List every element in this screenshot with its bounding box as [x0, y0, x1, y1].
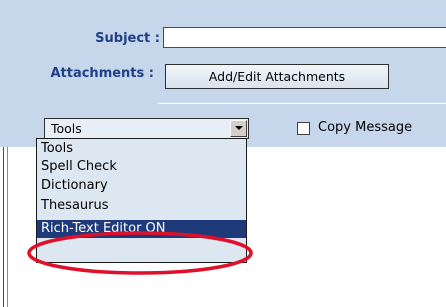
option-thesaurus[interactable]: Thesaurus [37, 197, 246, 215]
tools-select[interactable]: Tools [44, 118, 249, 139]
option-rich-text-editor-on[interactable]: Rich-Text Editor ON [37, 220, 246, 238]
subject-label: Subject : [95, 31, 160, 46]
option-spell-check[interactable]: Spell Check [37, 158, 246, 176]
tools-select-value: Tools [51, 121, 82, 136]
copy-message-label: Copy Message [318, 120, 413, 135]
message-editor-area[interactable] [3, 147, 9, 307]
chevron-down-icon [235, 126, 243, 130]
divider [158, 103, 446, 104]
attachments-label: Attachments : [50, 66, 154, 81]
option-dictionary[interactable]: Dictionary [37, 177, 246, 195]
option-tools[interactable]: Tools [37, 140, 246, 158]
subject-input[interactable] [163, 27, 446, 48]
copy-message-checkbox[interactable] [297, 122, 310, 135]
tools-dropdown-list: Tools Spell Check Dictionary Thesaurus R… [36, 138, 247, 263]
dropdown-button[interactable] [230, 120, 247, 137]
add-edit-attachments-button[interactable]: Add/Edit Attachments [165, 64, 389, 89]
